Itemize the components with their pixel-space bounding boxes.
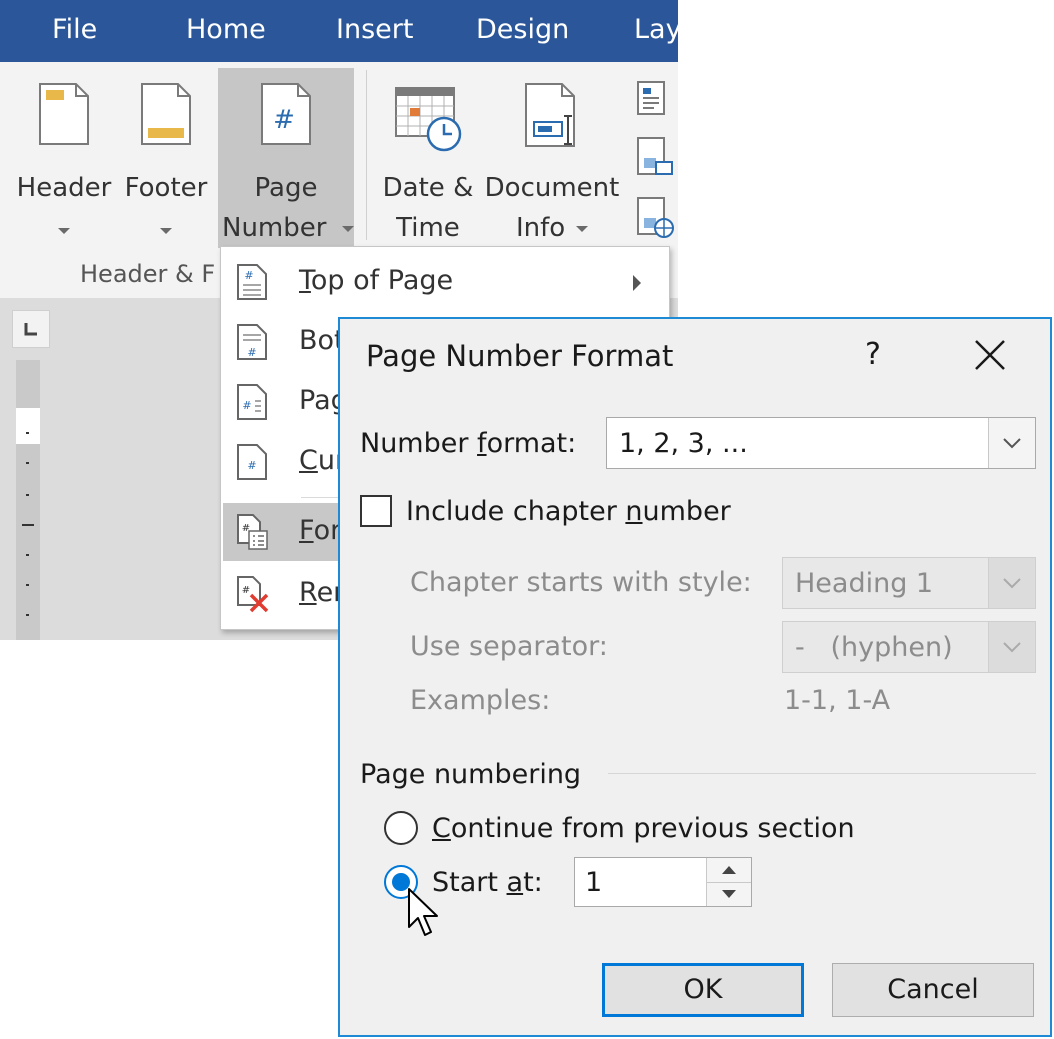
ruler-tick bbox=[26, 462, 29, 464]
ok-button[interactable]: OK bbox=[602, 963, 804, 1017]
chapter-style-value: Heading 1 bbox=[795, 568, 934, 599]
chapter-style-select[interactable]: Heading 1 bbox=[782, 557, 1036, 609]
include-chapter-number-checkbox[interactable] bbox=[360, 495, 392, 527]
footer-icon bbox=[141, 83, 191, 145]
separator-value: - (hyphen) bbox=[795, 632, 953, 663]
chevron-down-icon bbox=[342, 226, 354, 232]
menu-item-label: For bbox=[299, 515, 342, 546]
document-info-button[interactable]: Document Info bbox=[482, 68, 622, 248]
header-icon bbox=[39, 83, 89, 145]
svg-text:#: # bbox=[244, 269, 253, 282]
close-icon[interactable] bbox=[970, 335, 1010, 375]
page-number-format-dialog: Page Number Format ? Number format: 1, 2… bbox=[338, 317, 1052, 1037]
document-info-label-line2: Info bbox=[516, 213, 566, 243]
page-number-label-line1: Page bbox=[254, 173, 318, 203]
number-format-select[interactable]: 1, 2, 3, ... bbox=[606, 417, 1036, 469]
chevron-down-icon bbox=[160, 228, 172, 234]
separator-dropdown-button[interactable] bbox=[988, 622, 1035, 672]
svg-text:#: # bbox=[247, 346, 256, 359]
tab-home[interactable]: Home bbox=[186, 14, 266, 45]
start-at-label[interactable]: Start at: bbox=[432, 867, 543, 898]
ribbon-tab-bar: File Home Insert Design Lay bbox=[0, 0, 678, 62]
vertical-ruler bbox=[16, 360, 40, 640]
cancel-button[interactable]: Cancel bbox=[832, 963, 1034, 1017]
ruler-tick bbox=[26, 494, 29, 496]
header-footer-group-label: Header & F bbox=[80, 260, 216, 288]
ruler-tick bbox=[26, 432, 29, 434]
online-pictures-icon[interactable] bbox=[636, 196, 676, 240]
svg-text:#: # bbox=[242, 585, 250, 596]
tab-insert[interactable]: Insert bbox=[336, 14, 413, 45]
pictures-icon[interactable] bbox=[636, 136, 676, 180]
format-page-numbers-icon: # bbox=[237, 514, 268, 550]
ribbon-separator bbox=[366, 70, 367, 240]
start-at-value: 1 bbox=[585, 867, 603, 898]
mouse-cursor-icon bbox=[408, 888, 438, 936]
examples-value: 1-1, 1-A bbox=[784, 685, 891, 716]
start-at-spinner[interactable]: 1 bbox=[574, 857, 752, 907]
page-number-icon: # bbox=[261, 83, 311, 145]
page-current-number-icon: # bbox=[237, 444, 267, 480]
tab-selector[interactable] bbox=[12, 310, 50, 348]
chevron-down-icon bbox=[722, 890, 736, 898]
ruler-tick bbox=[26, 584, 29, 586]
menu-item-label: Top of Page bbox=[299, 265, 454, 296]
chevron-down-icon bbox=[1003, 438, 1021, 449]
chevron-up-icon bbox=[722, 866, 736, 874]
number-format-value: 1, 2, 3, ... bbox=[619, 428, 748, 459]
date-time-label-line2: Time bbox=[396, 213, 460, 243]
document-info-icon bbox=[525, 83, 575, 147]
ruler-tick bbox=[26, 614, 29, 616]
ruler-tick bbox=[26, 554, 29, 556]
include-chapter-number-label[interactable]: Include chapter number bbox=[406, 496, 731, 527]
tab-design[interactable]: Design bbox=[476, 14, 569, 45]
spinner-buttons bbox=[706, 858, 751, 906]
footer-button[interactable]: Footer bbox=[120, 68, 212, 248]
header-label: Header bbox=[16, 173, 112, 203]
page-bottom-number-icon: # bbox=[237, 324, 267, 360]
chapter-style-label: Chapter starts with style: bbox=[410, 567, 752, 598]
spinner-up-button[interactable] bbox=[707, 858, 751, 882]
continue-from-previous-radio[interactable] bbox=[384, 811, 418, 845]
use-separator-label: Use separator: bbox=[410, 631, 608, 662]
submenu-arrow-icon bbox=[633, 275, 641, 291]
separator-select[interactable]: - (hyphen) bbox=[782, 621, 1036, 673]
chevron-down-icon bbox=[58, 228, 70, 234]
quick-parts-icon[interactable] bbox=[636, 80, 666, 116]
svg-text:#: # bbox=[247, 459, 256, 472]
date-time-button[interactable]: Date & Time bbox=[378, 68, 478, 248]
remove-page-numbers-icon: # bbox=[237, 576, 269, 613]
chevron-down-icon bbox=[1003, 578, 1021, 589]
header-button[interactable]: Header bbox=[12, 68, 116, 248]
group-divider bbox=[608, 773, 1036, 774]
date-time-label-line1: Date & bbox=[382, 173, 474, 203]
page-numbering-group-label: Page numbering bbox=[360, 759, 582, 790]
menu-item-top-of-page[interactable]: # Top of Page bbox=[223, 253, 667, 311]
examples-label: Examples: bbox=[410, 685, 551, 716]
number-format-label: Number format: bbox=[360, 428, 577, 459]
left-tab-icon bbox=[24, 323, 37, 336]
page-number-label-line2: Number bbox=[222, 213, 327, 243]
continue-from-previous-label[interactable]: Continue from previous section bbox=[432, 813, 855, 844]
calendar-clock-icon bbox=[395, 87, 462, 152]
help-button[interactable]: ? bbox=[858, 337, 888, 372]
ruler-margin bbox=[16, 408, 40, 444]
ruler-tick bbox=[22, 524, 34, 526]
document-info-label-line1: Document bbox=[484, 173, 620, 203]
dialog-title: Page Number Format bbox=[366, 339, 674, 373]
page-top-number-icon: # bbox=[237, 264, 267, 300]
tab-layout[interactable]: Lay bbox=[634, 14, 678, 45]
number-format-dropdown-button[interactable] bbox=[988, 418, 1035, 468]
spinner-down-button[interactable] bbox=[707, 882, 751, 907]
chevron-down-icon bbox=[576, 226, 588, 232]
tab-file[interactable]: File bbox=[52, 14, 97, 45]
chevron-down-icon bbox=[1003, 642, 1021, 653]
svg-text:#: # bbox=[242, 399, 251, 412]
footer-label: Footer bbox=[124, 173, 208, 203]
page-number-button[interactable]: # Page Number bbox=[218, 68, 354, 248]
chapter-style-dropdown-button[interactable] bbox=[988, 558, 1035, 608]
page-margin-number-icon: # bbox=[237, 384, 267, 420]
svg-text:#: # bbox=[273, 105, 295, 135]
